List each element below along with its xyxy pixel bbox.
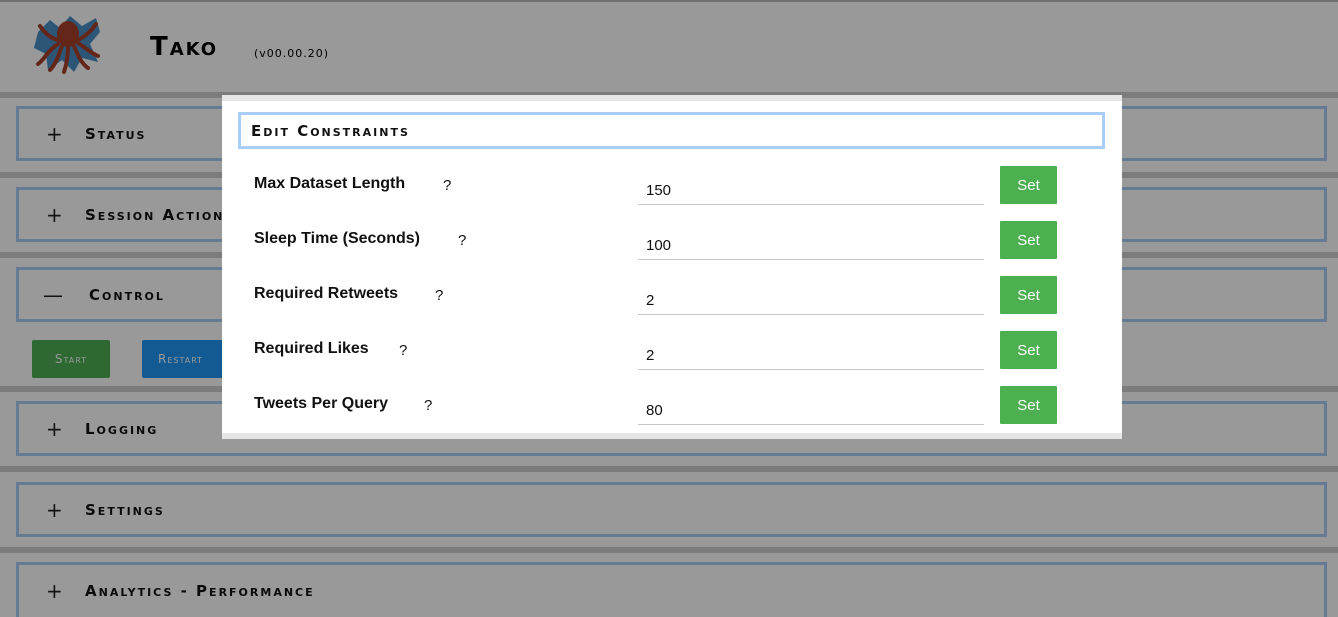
required-likes-input[interactable]	[638, 332, 984, 370]
constraint-row-tweets-per-query: Tweets Per Query ? Set	[222, 386, 1122, 427]
help-icon[interactable]: ?	[458, 232, 466, 249]
help-icon[interactable]: ?	[435, 287, 443, 304]
constraint-row-required-likes: Required Likes ? Set	[222, 331, 1122, 372]
constraint-label: Max Dataset Length	[254, 175, 406, 192]
constraint-label: Tweets Per Query	[254, 395, 388, 412]
sleep-time-input[interactable]	[638, 222, 984, 260]
help-icon[interactable]: ?	[443, 177, 451, 194]
set-button[interactable]: Set	[1000, 221, 1057, 259]
constraint-label: Required Likes	[254, 340, 369, 357]
set-button[interactable]: Set	[1000, 276, 1057, 314]
set-button[interactable]: Set	[1000, 386, 1057, 424]
edit-constraints-modal: Edit Constraints Max Dataset Length ? Se…	[222, 95, 1122, 439]
constraint-row-required-retweets: Required Retweets ? Set	[222, 276, 1122, 317]
set-button[interactable]: Set	[1000, 331, 1057, 369]
constraint-row-sleep-time: Sleep Time (Seconds) ? Set	[222, 221, 1122, 262]
set-button[interactable]: Set	[1000, 166, 1057, 204]
help-icon[interactable]: ?	[399, 342, 407, 359]
constraint-label: Sleep Time (Seconds)	[254, 230, 420, 247]
max-dataset-length-input[interactable]	[638, 167, 984, 205]
tweets-per-query-input[interactable]	[638, 387, 984, 425]
modal-header: Edit Constraints	[238, 112, 1105, 149]
constraint-label: Required Retweets	[254, 285, 399, 302]
help-icon[interactable]: ?	[424, 397, 432, 414]
modal-title: Edit Constraints	[251, 121, 410, 140]
required-retweets-input[interactable]	[638, 277, 984, 315]
constraint-row-max-dataset-length: Max Dataset Length ? Set	[222, 166, 1122, 207]
